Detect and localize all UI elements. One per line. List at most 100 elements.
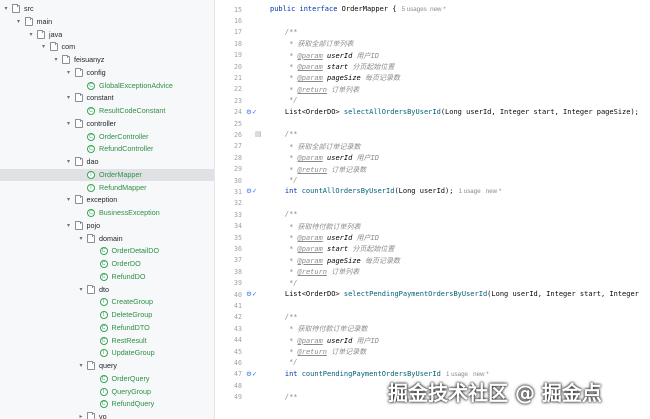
- line-number: 49: [234, 393, 242, 402]
- mapper-gutter-icon[interactable]: ⚙✓: [246, 187, 257, 195]
- doc-comment: * 获取待付款订单列表: [268, 222, 361, 231]
- chevron-down-icon[interactable]: ▾: [66, 220, 72, 232]
- javadoc-tag: @return: [297, 85, 328, 94]
- usages-hint: 5 usages new *: [396, 6, 446, 13]
- return-type: List<OrderDO>: [284, 290, 344, 298]
- chevron-down-icon[interactable]: ▾: [66, 118, 72, 130]
- javadoc-tag: @param: [297, 154, 323, 163]
- folder-icon: [87, 412, 95, 419]
- line-number: 31: [234, 187, 242, 196]
- chevron-down-icon[interactable]: ▾: [41, 41, 47, 53]
- tree-folder-row[interactable]: ▸ vo: [0, 411, 214, 419]
- tree-file-row[interactable]: I QueryGroup: [0, 386, 214, 398]
- chevron-down-icon[interactable]: ▾: [78, 284, 84, 296]
- keyword: public interface: [270, 5, 342, 13]
- chevron-right-icon[interactable]: ▸: [78, 411, 84, 419]
- chevron-down-icon[interactable]: ▾: [66, 92, 72, 104]
- tree-file-row[interactable]: C OrderController: [0, 131, 214, 143]
- doc-comment: *: [268, 348, 298, 356]
- line-number: 19: [234, 51, 242, 60]
- tree-folder-row[interactable]: ▾ java: [0, 29, 214, 41]
- doc-comment: * 获取全部订单列表: [268, 40, 354, 49]
- code-line: List<OrderDO> selectAllOrdersByUserId(Lo…: [268, 108, 639, 116]
- tree-folder-row[interactable]: ▾ domain: [0, 233, 214, 245]
- tree-file-row[interactable]: I OrderMapper: [0, 168, 214, 181]
- param-name: userId: [322, 336, 353, 345]
- tree-file-row[interactable]: C BusinessException: [0, 207, 214, 219]
- return-type: int: [284, 187, 302, 196]
- tree-item-label: OrderDetailDO: [111, 246, 160, 256]
- tree-item-label: src: [24, 4, 34, 13]
- chevron-down-icon[interactable]: ▾: [53, 54, 59, 66]
- tree-file-row[interactable]: C RefundController: [0, 143, 214, 155]
- tree-item-label: QueryGroup: [111, 386, 152, 396]
- tree-folder-row[interactable]: ▾ src: [0, 3, 214, 15]
- class-icon: C: [99, 260, 108, 268]
- code-line: List<OrderDO> selectPendingPaymentOrders…: [268, 290, 639, 298]
- line-number: 43: [234, 324, 242, 333]
- tree-folder-row[interactable]: ▾ config: [0, 67, 214, 79]
- line-number: 30: [234, 176, 242, 185]
- tree-file-row[interactable]: C RestResult: [0, 335, 214, 347]
- doc-comment: /**: [268, 312, 298, 321]
- mapper-gutter-icon[interactable]: ⚙✓: [246, 370, 257, 378]
- chevron-down-icon[interactable]: ▾: [66, 156, 72, 168]
- chevron-down-icon[interactable]: ▾: [3, 3, 9, 15]
- tree-item-label: main: [36, 16, 53, 26]
- tree-file-row[interactable]: I DeleteGroup: [0, 309, 214, 321]
- tree-folder-row[interactable]: ▾ com: [0, 41, 214, 53]
- code-line: * @param userId 用户ID: [268, 51, 379, 61]
- tree-folder-row[interactable]: ▾ pojo: [0, 220, 214, 232]
- line-number: 38: [234, 267, 242, 276]
- tree-file-row[interactable]: C OrderQuery: [0, 373, 214, 385]
- line-number: 46: [234, 358, 242, 367]
- class-icon: C: [99, 272, 108, 281]
- tree-file-row[interactable]: I CreateGroup: [0, 296, 214, 308]
- javadoc-tag: @param: [297, 51, 323, 60]
- tree-file-row[interactable]: C OrderDO: [0, 258, 214, 270]
- chevron-down-icon[interactable]: ▾: [66, 67, 72, 79]
- tree-file-row[interactable]: C GlobalExceptionAdvice: [0, 80, 214, 92]
- tree-folder-row[interactable]: ▾ constant: [0, 92, 214, 104]
- tree-folder-row[interactable]: ▾ feisuanyz: [0, 54, 214, 66]
- fold-marker-icon[interactable]: ▤: [255, 130, 262, 138]
- mapper-gutter-icon[interactable]: ⚙✓: [246, 108, 257, 116]
- tree-item-label: vo: [99, 412, 107, 419]
- doc-comment: * 获取全部订单记录数: [268, 142, 361, 151]
- chevron-down-icon[interactable]: ▾: [28, 29, 34, 41]
- tree-folder-row[interactable]: ▾ main: [0, 16, 214, 28]
- tree-item-label: config: [86, 67, 106, 77]
- tree-file-row[interactable]: C RefundQuery: [0, 398, 214, 410]
- tree-file-row[interactable]: I RefundMapper: [0, 182, 214, 194]
- tree-folder-row[interactable]: ▾ exception: [0, 194, 214, 206]
- param-name: userId: [322, 234, 353, 242]
- param-desc: 分页起始位置: [348, 63, 395, 71]
- class-icon: C: [87, 145, 95, 154]
- tree-file-row[interactable]: C ResultCodeConstant: [0, 105, 214, 117]
- chevron-down-icon[interactable]: ▾: [78, 360, 84, 372]
- tree-item-label: OrderDO: [111, 259, 141, 268]
- tree-folder-row[interactable]: ▾ query: [0, 360, 214, 372]
- javadoc-tag: @param: [297, 245, 323, 254]
- chevron-down-icon[interactable]: ▾: [16, 16, 22, 28]
- code-line: * @return 订单列表: [268, 267, 359, 277]
- tree-file-row[interactable]: C OrderDetailDO: [0, 245, 214, 257]
- tree-folder-row[interactable]: ▾ dto: [0, 284, 214, 296]
- return-desc: 订单记录数: [327, 165, 367, 174]
- tree-file-row[interactable]: I UpdateGroup: [0, 347, 214, 359]
- line-number: 48: [234, 381, 242, 390]
- line-number: 16: [234, 16, 242, 25]
- tree-item-label: RestResult: [111, 335, 147, 345]
- tree-item-label: OrderQuery: [111, 373, 150, 383]
- watermark: 掘金技术社区 @ 掘金点: [388, 381, 602, 405]
- doc-comment: */: [268, 176, 298, 184]
- tree-file-row[interactable]: C RefundDO: [0, 271, 214, 283]
- tree-folder-row[interactable]: ▾ dao: [0, 156, 214, 168]
- line-number: 39: [234, 279, 242, 288]
- chevron-down-icon[interactable]: ▾: [78, 233, 84, 245]
- tree-folder-row[interactable]: ▾ controller: [0, 118, 214, 130]
- tree-file-row[interactable]: C RefundDTO: [0, 322, 214, 334]
- tree-item-label: OrderMapper: [99, 169, 142, 179]
- chevron-down-icon[interactable]: ▾: [66, 194, 72, 206]
- mapper-gutter-icon[interactable]: ⚙✓: [246, 290, 257, 298]
